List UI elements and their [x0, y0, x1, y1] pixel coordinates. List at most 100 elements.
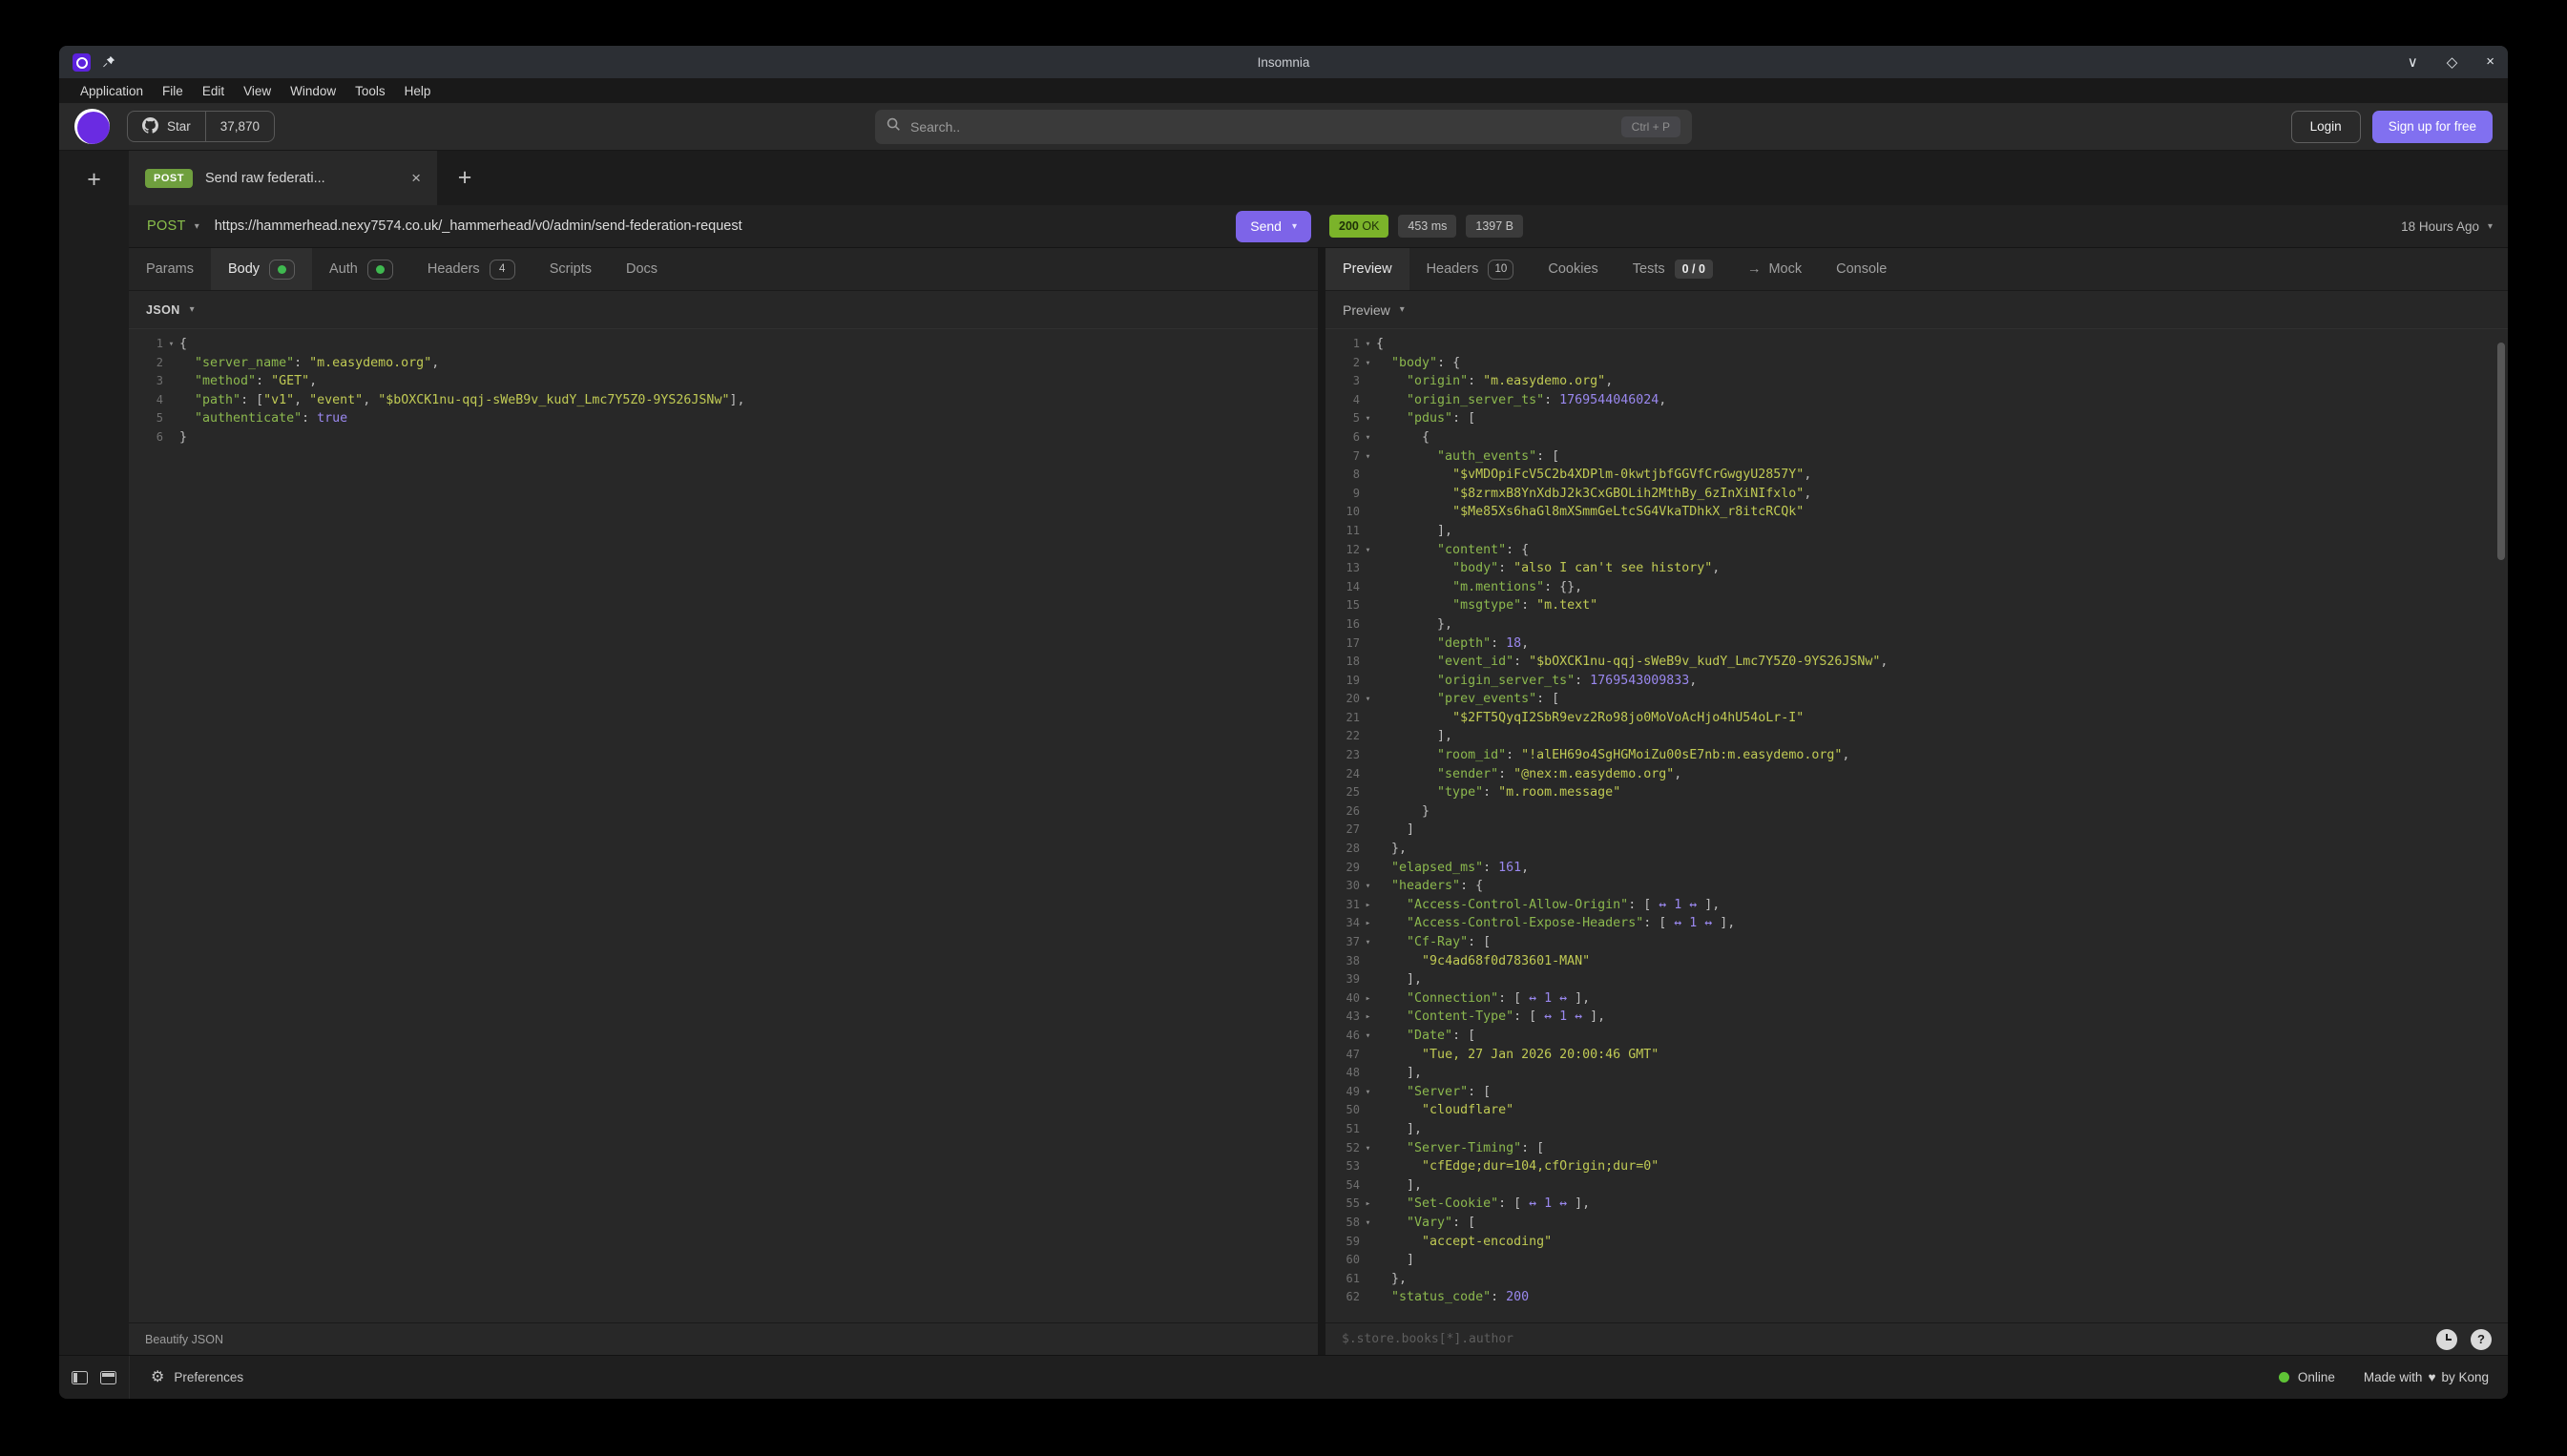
code-text: ],	[1376, 1176, 2508, 1196]
response-filter-input[interactable]	[1342, 1332, 2423, 1346]
new-request-sidebar-button[interactable]: +	[87, 168, 101, 192]
body-type-caret-icon[interactable]: ▾	[190, 304, 195, 315]
fold-toggle-icon[interactable]: ▾	[1360, 335, 1376, 354]
line-number: 47	[1325, 1046, 1360, 1065]
github-star-button[interactable]: Star	[128, 112, 205, 141]
tab-scripts[interactable]: Scripts	[532, 248, 609, 290]
panes: Params Body Auth Headers 4	[129, 248, 2508, 1355]
line-number: 27	[1325, 821, 1360, 840]
response-pane: Preview Headers 10 Cookies Tests 0 / 0	[1325, 248, 2508, 1355]
body-row: + POST Send raw federati... × +	[59, 151, 2508, 1355]
preview-mode-caret-icon[interactable]: ▾	[1400, 304, 1405, 315]
code-line: 40▸ "Connection": [ ↔ 1 ↔ ],	[1325, 989, 2508, 1009]
github-star-widget[interactable]: Star 37,870	[127, 111, 275, 142]
fold-toggle-icon[interactable]: ▾	[163, 335, 179, 354]
fold-toggle-icon[interactable]: ▸	[1360, 1008, 1376, 1027]
code-line: 22 ],	[1325, 727, 2508, 746]
tab-mock[interactable]: → Mock	[1730, 248, 1819, 290]
fold-toggle-icon[interactable]: ▸	[1360, 1195, 1376, 1214]
body-type-row: JSON ▾	[129, 291, 1318, 329]
new-tab-button[interactable]: +	[437, 151, 492, 205]
filter-help-icon[interactable]: ?	[2471, 1329, 2492, 1350]
fold-toggle-icon[interactable]: ▾	[1360, 933, 1376, 952]
line-number: 26	[1325, 802, 1360, 822]
response-scrollbar[interactable]	[2497, 343, 2505, 560]
search-input[interactable]: Search.. Ctrl + P	[875, 110, 1692, 144]
tab-auth[interactable]: Auth	[312, 248, 410, 290]
body-type-dropdown[interactable]: JSON	[146, 303, 180, 317]
url-input[interactable]: https://hammerhead.nexy7574.co.uk/_hamme…	[215, 218, 1228, 234]
tab-preview-label: Preview	[1343, 261, 1392, 277]
fold-toggle-icon[interactable]: ▾	[1360, 354, 1376, 373]
code-text: "path": ["v1", "event", "$bOXCK1nu-qqj-s…	[179, 391, 1318, 410]
tab-tests[interactable]: Tests 0 / 0	[1616, 248, 1730, 290]
fold-toggle-icon[interactable]: ▾	[1360, 1027, 1376, 1046]
menu-file[interactable]: File	[153, 84, 193, 98]
history-caret-icon: ▾	[2488, 221, 2493, 232]
toolbar-right: Login Sign up for free	[2291, 111, 2493, 143]
signup-button[interactable]: Sign up for free	[2372, 111, 2493, 143]
menu-window[interactable]: Window	[281, 84, 345, 98]
code-line: 59 "accept-encoding"	[1325, 1233, 2508, 1252]
tab-cookies[interactable]: Cookies	[1531, 248, 1615, 290]
filter-history-icon[interactable]	[2436, 1329, 2457, 1350]
fold-toggle-icon[interactable]: ▾	[1360, 1139, 1376, 1158]
line-number: 9	[1325, 485, 1360, 504]
method-selector[interactable]: POST	[147, 218, 186, 234]
send-button[interactable]: Send ▾	[1236, 211, 1311, 242]
fold-toggle-icon[interactable]: ▾	[1360, 428, 1376, 447]
tab-params[interactable]: Params	[129, 248, 211, 290]
fold-toggle-icon[interactable]: ▾	[1360, 1083, 1376, 1102]
response-body-editor[interactable]: 1▾{2▾ "body": {3 "origin": "m.easydemo.o…	[1325, 329, 2508, 1322]
line-number: 46	[1325, 1027, 1360, 1046]
maximize-button[interactable]: ◇	[2447, 53, 2458, 71]
fold-toggle-icon[interactable]: ▾	[1360, 690, 1376, 709]
titlebar: Insomnia ∨ ◇ ×	[59, 46, 2508, 78]
menu-edit[interactable]: Edit	[193, 84, 234, 98]
menu-view[interactable]: View	[234, 84, 281, 98]
beautify-json-button[interactable]: Beautify JSON	[145, 1333, 223, 1346]
line-number: 34	[1325, 914, 1360, 933]
login-button[interactable]: Login	[2291, 111, 2361, 143]
fold-toggle-icon[interactable]: ▾	[1360, 409, 1376, 428]
fold-toggle-icon[interactable]: ▾	[1360, 541, 1376, 560]
fold-toggle-icon[interactable]: ▸	[1360, 989, 1376, 1009]
code-line: 55▸ "Set-Cookie": [ ↔ 1 ↔ ],	[1325, 1195, 2508, 1214]
line-number: 1	[1325, 335, 1360, 354]
star-count[interactable]: 37,870	[205, 112, 274, 141]
request-tab[interactable]: POST Send raw federati... ×	[129, 151, 437, 205]
tab-docs[interactable]: Docs	[609, 248, 675, 290]
tab-preview[interactable]: Preview	[1325, 248, 1409, 290]
menu-application[interactable]: Application	[71, 84, 153, 98]
fold-toggle-icon[interactable]: ▾	[1360, 447, 1376, 467]
fold-toggle-icon[interactable]: ▸	[1360, 914, 1376, 933]
tab-headers[interactable]: Headers 4	[410, 248, 532, 290]
tab-response-headers[interactable]: Headers 10	[1409, 248, 1532, 290]
tab-mock-label: Mock	[1768, 261, 1802, 277]
tab-body[interactable]: Body	[211, 248, 312, 290]
headers-count-badge: 4	[490, 260, 515, 280]
request-body-editor[interactable]: 1▾{2 "server_name": "m.easydemo.org",3 "…	[129, 329, 1318, 1322]
close-button[interactable]: ×	[2486, 53, 2494, 71]
sidebar-layout-toggle-icon[interactable]	[72, 1371, 88, 1384]
fold-toggle-icon[interactable]: ▾	[1360, 1214, 1376, 1233]
minimize-button[interactable]: ∨	[2408, 53, 2418, 71]
send-caret-icon[interactable]: ▾	[1292, 221, 1297, 232]
preview-mode-row: Preview ▾	[1325, 291, 2508, 329]
fold-spacer	[163, 391, 179, 410]
fold-toggle-icon[interactable]: ▾	[1360, 877, 1376, 896]
tab-close-icon[interactable]: ×	[411, 169, 421, 188]
panel-layout-toggle-icon[interactable]	[100, 1371, 116, 1384]
pane-divider[interactable]	[1318, 248, 1325, 1355]
response-history-dropdown[interactable]: 18 Hours Ago ▾	[2401, 219, 2493, 234]
method-caret-icon[interactable]: ▾	[195, 221, 199, 232]
tab-console[interactable]: Console	[1819, 248, 1904, 290]
send-label: Send	[1250, 218, 1282, 234]
menu-tools[interactable]: Tools	[345, 84, 395, 98]
preferences-button[interactable]: ⚙ Preferences	[151, 1370, 243, 1385]
code-line: 38 "9c4ad68f0d783601-MAN"	[1325, 952, 2508, 971]
preview-mode-dropdown[interactable]: Preview	[1343, 302, 1390, 318]
menu-help[interactable]: Help	[395, 84, 441, 98]
code-text: "$vMDOpiFcV5C2b4XDPlm-0kwtjbfGGVfCrGwgyU…	[1376, 466, 2508, 485]
fold-toggle-icon[interactable]: ▸	[1360, 896, 1376, 915]
